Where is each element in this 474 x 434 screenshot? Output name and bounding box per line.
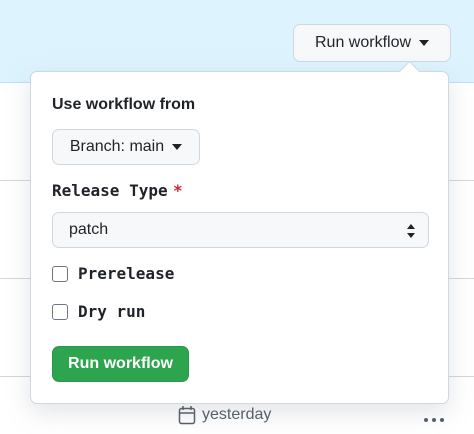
run-workflow-label: Run workflow xyxy=(314,34,412,51)
dot xyxy=(432,418,436,422)
prerelease-checkbox[interactable] xyxy=(52,265,68,282)
release-type-label: Release Type * xyxy=(52,181,182,200)
caret-down-icon xyxy=(419,40,430,46)
dry-run-label: Dry run xyxy=(78,302,146,321)
run-workflow-submit-button[interactable]: Run workflow xyxy=(52,346,189,382)
select-updown-icon xyxy=(407,224,415,238)
dry-run-option[interactable]: Dry run xyxy=(52,302,145,321)
prerelease-label: Prerelease xyxy=(78,264,175,283)
caret-down-icon xyxy=(172,144,183,150)
run-workflow-dropdown-button[interactable]: Run workflow xyxy=(293,24,451,62)
use-workflow-from-label: Use workflow from xyxy=(52,96,196,113)
branch-select-button[interactable]: Branch: main xyxy=(52,129,200,165)
run-timestamp: yesterday xyxy=(178,405,271,425)
run-workflow-submit-label: Run workflow xyxy=(68,355,173,372)
release-type-value: patch xyxy=(69,221,109,238)
kebab-menu-icon[interactable] xyxy=(424,418,444,422)
dot xyxy=(440,418,444,422)
calendar-icon xyxy=(178,406,196,425)
dot xyxy=(424,418,428,422)
prerelease-option[interactable]: Prerelease xyxy=(52,264,174,283)
release-type-select[interactable]: patch xyxy=(52,212,429,248)
branch-label: Branch: main xyxy=(69,138,165,155)
release-type-text: Release Type xyxy=(52,181,168,200)
dry-run-checkbox[interactable] xyxy=(52,303,68,320)
timestamp-text: yesterday xyxy=(202,406,272,423)
required-marker: * xyxy=(173,181,182,200)
